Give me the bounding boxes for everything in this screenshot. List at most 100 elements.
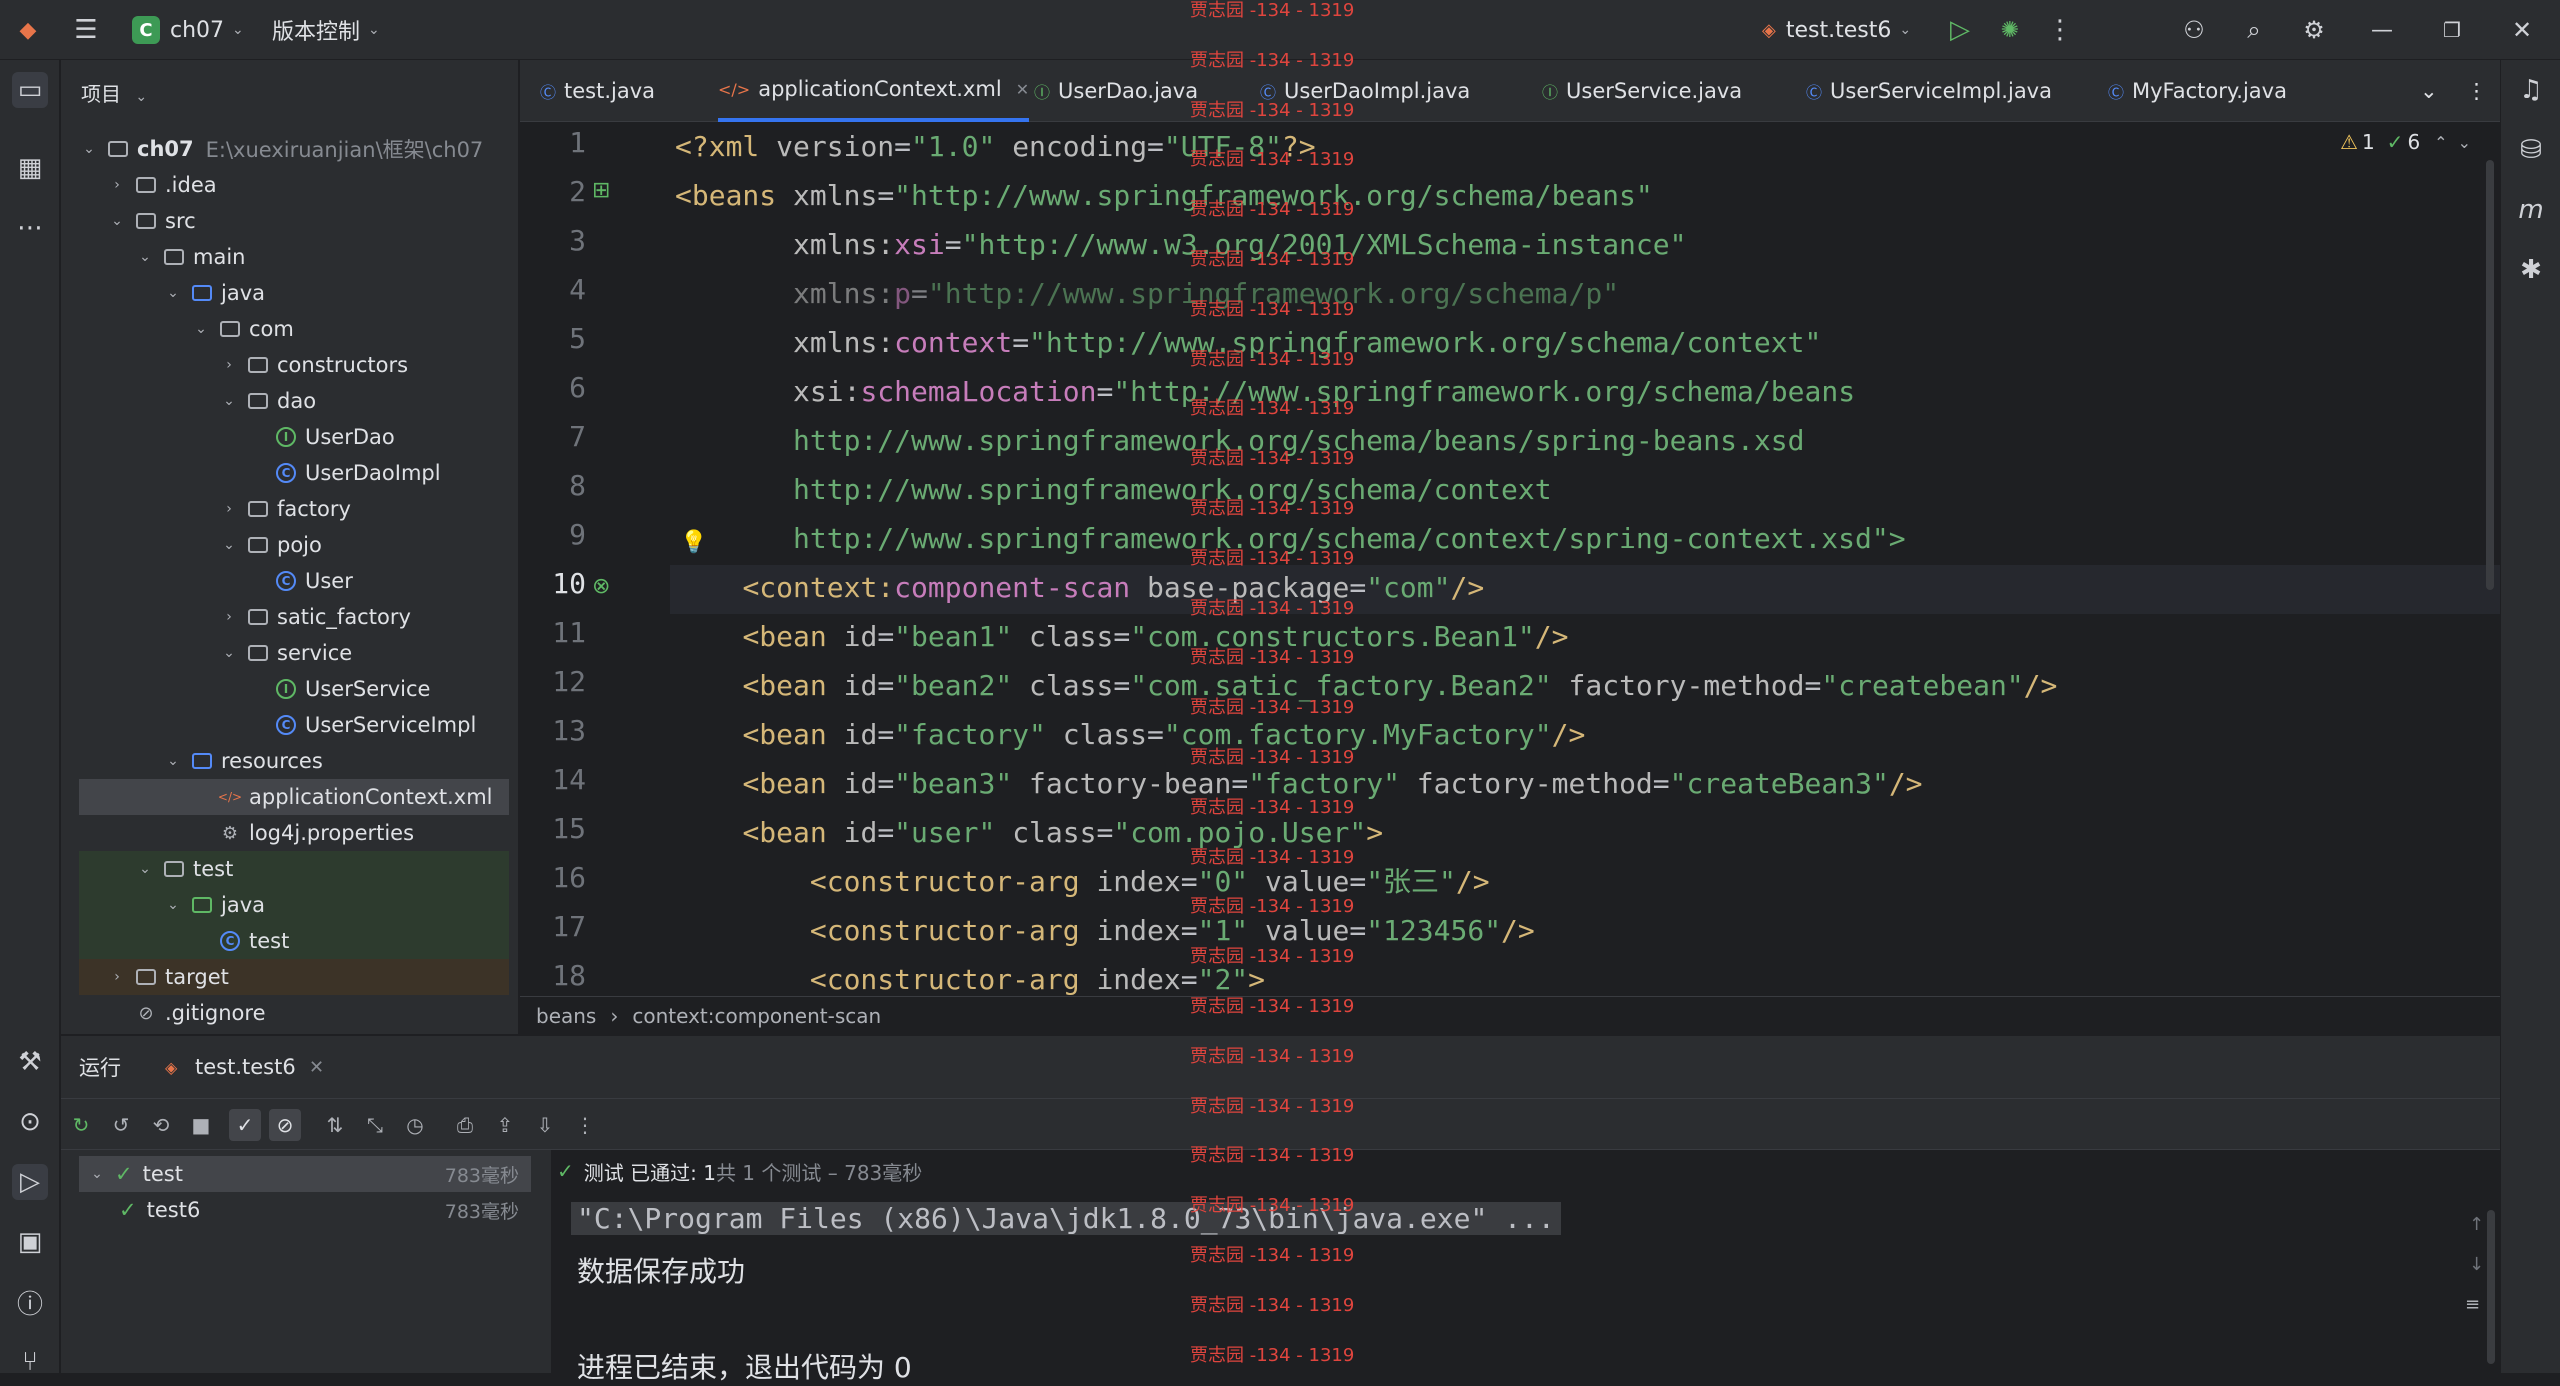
tree-item[interactable]: ⌄ test [79,851,509,887]
test-result-item[interactable]: ✓ test6 783毫秒 [79,1192,531,1228]
intellij-logo-icon[interactable]: ◆ [12,14,44,46]
tree-item[interactable]: › satic_factory [79,599,509,635]
chevron-down-icon[interactable]: ⌄ [219,537,239,553]
tree-item[interactable]: › factory [79,491,509,527]
tree-item[interactable]: ⌄ resources [79,743,509,779]
tree-item[interactable]: C UserServiceImpl [79,707,509,743]
tree-item[interactable]: C UserDaoImpl [79,455,509,491]
tree-item[interactable]: ⌄ java [79,275,509,311]
history-icon[interactable]: ◷ [399,1109,431,1141]
tree-item[interactable]: ⌄ dao [79,383,509,419]
debug-icon[interactable]: ✺ [1994,14,2026,46]
run-config-tab[interactable]: test.test6 [195,1055,296,1079]
tree-item[interactable]: I UserService [79,671,509,707]
close-tab-icon[interactable]: ✕ [309,1057,324,1078]
structure-tool-icon[interactable]: ▦ [12,150,48,186]
ai-assistant-icon[interactable]: ✱ [2513,252,2549,288]
tree-item[interactable]: Ctest [79,923,509,959]
project-panel-header[interactable]: 项目 ⌄ [81,78,147,107]
database-icon[interactable]: ⛁ [2513,132,2549,168]
vcs-menu[interactable]: 版本控制 ⌄ [272,0,380,60]
run-icon[interactable]: ▷ [1944,14,1976,46]
editor-tab[interactable]: Ⓒ UserServiceImpl.java [1806,60,2052,122]
project-switcher[interactable]: C ch07 ⌄ [132,0,244,60]
test-result-item[interactable]: ⌄ ✓ test 783毫秒 [79,1156,531,1192]
close-tab-icon[interactable]: ✕ [1016,80,1029,99]
tabs-more-icon[interactable]: ⋮ [2466,60,2487,122]
toggle-auto-test-icon[interactable]: ⟲ [145,1109,177,1141]
tree-item[interactable]: ⌄ pojo [79,527,509,563]
chevron-down-icon[interactable]: ⌄ [163,285,183,301]
tree-item[interactable]: › target [79,959,509,995]
settings-gear-icon[interactable]: ⚙ [2298,14,2330,46]
chevron-down-icon[interactable]: ⌄ [191,321,211,337]
tree-item[interactable]: ⌄ java [79,887,509,923]
rerun-icon[interactable]: ↻ [65,1109,97,1141]
code-area[interactable]: <?xml version="1.0" encoding="UTF-8"?> <b… [675,122,2495,996]
project-tool-icon[interactable]: ▭ [12,72,48,108]
screenshot-icon[interactable]: ⎙ [449,1109,481,1141]
collapse-icon[interactable]: ⤡ [359,1109,391,1141]
tree-item[interactable]: ⚙ log4j.properties [79,815,509,851]
chevron-down-icon[interactable]: ⌄ [163,753,183,769]
more-actions-icon[interactable]: ⋮ [2044,14,2076,46]
services-tool-icon[interactable]: ⊙ [12,1104,48,1140]
more-icon[interactable]: ⋮ [569,1109,601,1141]
tree-item[interactable]: ⌄ com [79,311,509,347]
tree-item[interactable]: › .idea [79,167,509,203]
notifications-icon[interactable]: ♫ [2513,72,2549,108]
editor-tab[interactable]: Ⓒ MyFactory.java [2108,60,2287,122]
chevron-right-icon[interactable]: › [219,501,239,517]
run-config-selector[interactable]: ◈ test.test6 ⌄ [1762,0,1911,60]
tree-item[interactable]: </> applicationContext.xml [79,779,509,815]
spring-scan-gutter-icon[interactable]: ⊗ [592,574,610,599]
problems-tool-icon[interactable]: ⓘ [12,1284,48,1320]
editor-tab[interactable]: Ⓒ UserDaoImpl.java [1260,60,1470,122]
editor-scrollbar[interactable] [2486,160,2494,590]
chevron-down-icon[interactable]: ⌄ [163,897,183,913]
minimize-window-icon[interactable]: — [2366,14,2398,46]
editor-tab[interactable]: Ⓘ UserDao.java [1034,60,1198,122]
soft-wrap-icon[interactable]: ≡ [2465,1294,2480,1315]
tree-item[interactable]: ⌄ service [79,635,509,671]
chevron-right-icon[interactable]: › [219,357,239,373]
chevron-down-icon[interactable]: ⌄ [219,645,239,661]
chevron-down-icon[interactable]: ⌄ [219,393,239,409]
tree-item[interactable]: C User [79,563,509,599]
scroll-down-icon[interactable]: ↓ [2469,1254,2484,1275]
maven-icon[interactable]: m [2513,192,2549,228]
editor-tab[interactable]: Ⓘ UserService.java [1542,60,1742,122]
chevron-down-icon[interactable]: ⌄ [79,141,99,157]
inspection-widget[interactable]: ⚠ 1 ✓ 6 ⌃ ⌄ [2340,130,2471,154]
tree-item[interactable]: ⌄ main [79,239,509,275]
more-tools-icon[interactable]: ⋯ [12,210,48,246]
show-passed-icon[interactable]: ✓ [229,1109,261,1141]
rerun-failed-icon[interactable]: ↺ [105,1109,137,1141]
sort-icon[interactable]: ⇅ [319,1109,351,1141]
show-ignored-icon[interactable]: ⊘ [269,1109,301,1141]
chevron-down-icon[interactable]: ⌄ [87,1166,107,1182]
chevron-down-icon[interactable]: ⌄ [107,213,127,229]
chevron-right-icon[interactable]: › [107,969,127,985]
console[interactable]: ✓ 测试 已通过: 1 共 1 个测试 – 783毫秒 "C:\Program … [551,1150,2500,1384]
editor-tab[interactable]: </> applicationContext.xml ✕ [718,60,1030,122]
stop-icon[interactable]: ■ [185,1109,217,1141]
add-user-icon[interactable]: ⚇ [2178,14,2210,46]
tree-item[interactable]: ⌄ src [79,203,509,239]
chevron-down-icon[interactable]: ⌄ [135,249,155,265]
build-tool-icon[interactable]: ⚒ [12,1044,48,1080]
chevron-down-icon[interactable]: ⌄ [135,861,155,877]
scroll-up-icon[interactable]: ↑ [2469,1214,2484,1235]
git-tool-icon[interactable]: ⑂ [12,1344,48,1380]
tree-item[interactable]: I UserDao [79,419,509,455]
console-scrollbar[interactable] [2487,1210,2495,1364]
bean-gutter-icon[interactable]: ⊞ [592,178,610,203]
editor-tab[interactable]: Ⓒtest.java [540,60,655,122]
chevron-right-icon[interactable]: › [107,177,127,193]
restore-window-icon[interactable]: ❐ [2436,14,2468,46]
breadcrumb-item[interactable]: context:component-scan [632,1004,881,1028]
breadcrumb-item[interactable]: beans [536,1004,596,1028]
tabs-dropdown-icon[interactable]: ⌄ [2420,60,2438,122]
export-icon[interactable]: ⇪ [489,1109,521,1141]
tree-item[interactable]: › constructors [79,347,509,383]
